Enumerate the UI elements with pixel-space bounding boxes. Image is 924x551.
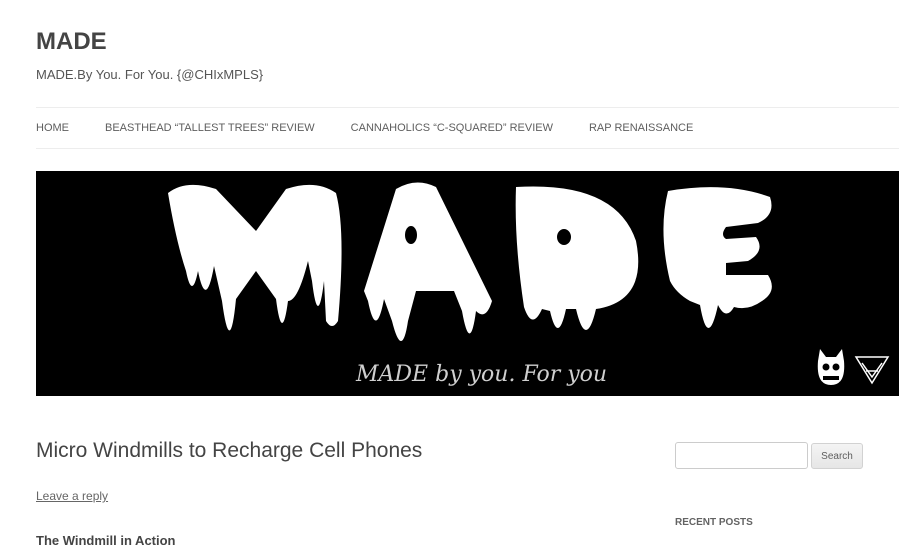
header-banner[interactable]: MADE by you. For you bbox=[36, 171, 899, 396]
banner-script-text: MADE by you. For you bbox=[355, 362, 607, 387]
main-navigation: HOME BEASTHEAD “TALLEST TREES” REVIEW CA… bbox=[36, 107, 899, 149]
recent-posts-title: RECENT POSTS bbox=[675, 517, 753, 528]
post-subheading: The Windmill in Action bbox=[36, 533, 176, 548]
nav-item-cannaholics-review[interactable]: CANNAHOLICS “C-SQUARED” REVIEW bbox=[351, 122, 553, 134]
nav-item-rap-renaissance[interactable]: RAP RENAISSANCE bbox=[589, 122, 693, 134]
search-button[interactable]: Search bbox=[811, 443, 863, 469]
leave-reply-link[interactable]: Leave a reply bbox=[36, 489, 108, 503]
search-input[interactable] bbox=[675, 442, 808, 469]
banner-logo: MADE by you. For you bbox=[36, 171, 899, 396]
site-title[interactable]: MADE bbox=[36, 28, 107, 56]
post-title[interactable]: Micro Windmills to Recharge Cell Phones bbox=[36, 439, 422, 463]
site-tagline: MADE.By You. For You. {@CHIxMPLS} bbox=[36, 67, 264, 82]
nav-item-home[interactable]: HOME bbox=[36, 122, 69, 134]
nav-item-beasthead-review[interactable]: BEASTHEAD “TALLEST TREES” REVIEW bbox=[105, 122, 315, 134]
